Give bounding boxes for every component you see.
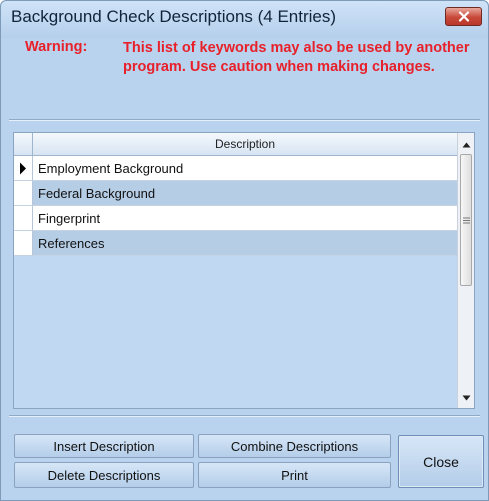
separator: [9, 415, 480, 417]
row-selector[interactable]: [14, 206, 33, 230]
scroll-down-arrow-icon: [462, 395, 470, 400]
row-selector[interactable]: [14, 231, 33, 255]
description-grid[interactable]: Description Employment Background Federa…: [13, 132, 475, 409]
scroll-up-arrow-icon: [462, 142, 470, 147]
table-row[interactable]: References: [14, 231, 457, 256]
scroll-up-button[interactable]: [458, 136, 474, 153]
separator: [9, 119, 480, 121]
print-button[interactable]: Print: [198, 462, 391, 488]
description-cell[interactable]: Federal Background: [33, 181, 457, 205]
description-cell[interactable]: Employment Background: [33, 156, 457, 180]
delete-descriptions-button[interactable]: Delete Descriptions: [14, 462, 194, 488]
column-header-description[interactable]: Description: [33, 133, 457, 156]
table-row[interactable]: Federal Background: [14, 181, 457, 206]
description-cell[interactable]: Fingerprint: [33, 206, 457, 230]
table-row[interactable]: Fingerprint: [14, 206, 457, 231]
table-row[interactable]: Employment Background: [14, 156, 457, 181]
row-selector[interactable]: [14, 181, 33, 205]
combine-descriptions-button[interactable]: Combine Descriptions: [198, 434, 391, 458]
close-window-button[interactable]: [445, 7, 482, 26]
scroll-down-button[interactable]: [458, 389, 474, 406]
row-selector-header: [14, 133, 33, 156]
row-pointer-icon: [20, 162, 26, 174]
scroll-thumb[interactable]: [460, 154, 472, 286]
grid-header: Description: [14, 133, 457, 156]
warning-label: Warning:: [25, 39, 88, 55]
dialog-window: Background Check Descriptions (4 Entries…: [0, 0, 489, 501]
close-icon: [458, 11, 469, 22]
grip-icon: [462, 217, 470, 223]
row-selector[interactable]: [14, 156, 33, 180]
insert-description-button[interactable]: Insert Description: [14, 434, 194, 458]
grid-rows: Employment Background Federal Background…: [14, 156, 457, 256]
vertical-scrollbar[interactable]: [457, 133, 474, 408]
warning-message: This list of keywords may also be used b…: [123, 40, 470, 75]
description-cell[interactable]: References: [33, 231, 457, 255]
window-title: Background Check Descriptions (4 Entries…: [11, 7, 337, 26]
title-bar[interactable]: Background Check Descriptions (4 Entries…: [1, 1, 488, 38]
close-button[interactable]: Close: [398, 435, 484, 488]
